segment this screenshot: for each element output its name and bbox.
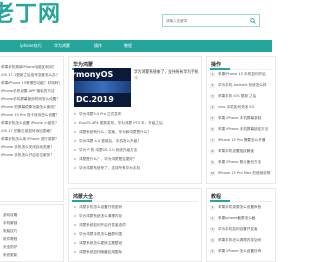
- panel-title: 鸿蒙大全: [73, 194, 94, 200]
- site-logo[interactable]: 老丁网: [0, 4, 61, 26]
- list-item[interactable]: 7 iPhone 15 Pro 需要怎么开通: [210, 138, 265, 143]
- list-item[interactable]: 游戏攻略: [3, 213, 17, 218]
- list-item[interactable]: 鸿蒙系统有什么，答案，华为和鸿蒙是什么？: [74, 130, 151, 135]
- list-item[interactable]: 10 iPhone 15 Pro Max 的使用说明: [210, 171, 270, 176]
- list-item[interactable]: 5 苹果 iPhone 手机屏幕录制: [210, 116, 261, 121]
- left-sidebar: 苹果手机换新iPhone功能如何用？ iOS 17.1更新之后信号变差怎么办？ …: [0, 56, 64, 202]
- nav-item-huawei[interactable]: 华为鸿蒙: [54, 43, 70, 49]
- list-item[interactable]: 华为鸿蒙系统来了，支持所有华为手机: [74, 166, 140, 171]
- list-item[interactable]: 华为鸿蒙3.0 Pro 正式发布: [74, 112, 121, 117]
- nav-item-operation[interactable]: 操作: [94, 43, 102, 49]
- list-item[interactable]: iPhone 手机怎么开启定位服务？: [1, 153, 54, 158]
- list-item[interactable]: 苹果手机换新iPhone功能如何用？: [1, 65, 56, 70]
- list-item[interactable]: iOS 17.1更新之后信号变差怎么办？: [1, 73, 59, 78]
- search-button[interactable]: [247, 15, 259, 26]
- list-item[interactable]: 苹果iPhone 15有哪些功能？好用吗？: [1, 81, 62, 86]
- image-text-1: rmonyOS: [74, 70, 114, 79]
- list-item[interactable]: 华为 P 的 鸿蒙OS 2.0 系统升级方法: [74, 148, 137, 153]
- list-item[interactable]: 鸿蒙系统如何开启开发者选项: [74, 223, 126, 228]
- nav-item-iphone[interactable]: iphone技巧: [20, 43, 42, 49]
- panel-title: 华为鸿蒙: [73, 62, 94, 68]
- list-item[interactable]: 鸿蒙手机怎么设置开机密码: [74, 205, 122, 210]
- image-glow: [74, 81, 131, 93]
- left-sidebar-bottom: 游戏攻略 手机解锁 电脑技巧 软件教程 安全防护 系统更新: [0, 204, 64, 262]
- list-item[interactable]: 鸿蒙系统怎么更换主题壁纸: [74, 241, 122, 246]
- list-item[interactable]: iOS 17 的备忘录如何添加表格？: [1, 129, 54, 134]
- bullet-icon: [74, 113, 76, 115]
- list-item[interactable]: iPhone 15 Pro 双卡双待怎么设置？: [1, 113, 59, 118]
- list-item[interactable]: 8 苹果手机设置指纹解锁: [210, 149, 254, 154]
- divider: [210, 68, 272, 70]
- list-item[interactable]: 4 苹果手机怎么清理内存空间: [210, 238, 261, 243]
- list-item[interactable]: 华为鸿蒙系统怎么清理内存: [74, 214, 122, 219]
- list-item[interactable]: 1 苹果手机录屏怎么设置声音: [210, 205, 261, 210]
- bullet-icon: [74, 122, 76, 124]
- list-item[interactable]: 2 苹果iphone截屏怎么截: [210, 216, 255, 221]
- list-item[interactable]: 3 苹果手机 iOS 更新 之后: [210, 94, 256, 99]
- list-item[interactable]: 电脑技巧: [3, 229, 17, 234]
- list-item[interactable]: 2 华为手机 Android 系统怎么样: [210, 83, 267, 88]
- list-item[interactable]: 苹果手机怎么设置 iPhone 小组件？: [1, 121, 59, 126]
- bullet-icon: [74, 242, 76, 244]
- list-item[interactable]: 安全防护: [3, 245, 17, 250]
- featured-headline[interactable]: 华为鸿蒙系统来了，支持所有华为手机: [134, 69, 199, 74]
- list-item[interactable]: iPhone手机设置 APP 隐私的方法: [1, 89, 55, 94]
- list-item[interactable]: iPhone 的屏幕镜像功能怎么使用？: [1, 105, 57, 110]
- panel-title: 操作: [211, 62, 222, 68]
- list-item[interactable]: 鸿蒙系统如何隐藏应用图标: [74, 250, 122, 255]
- bullet-icon: [74, 215, 76, 217]
- list-item[interactable]: 9 苹果 iPhone 照片备份方法: [210, 160, 261, 165]
- list-item[interactable]: 苹果手机怎么用 iPhone 进行录屏？: [1, 137, 59, 142]
- list-item[interactable]: 软件教程: [3, 237, 17, 242]
- panel-title: 教程: [211, 194, 222, 200]
- nav-item-tutorial[interactable]: 教程: [124, 43, 132, 49]
- bullet-icon: [74, 206, 76, 208]
- main-nav: iphone技巧 华为鸿蒙 操作 教程: [0, 40, 272, 52]
- list-item[interactable]: EcoOS-4P4 更新发布，华为鸿蒙 P70 手，升级之后: [74, 121, 163, 126]
- featured-image[interactable]: rmonyOS DC.2019: [74, 68, 131, 107]
- list-item[interactable]: 手机解锁: [3, 221, 17, 226]
- bullet-icon: [74, 149, 76, 151]
- list-item[interactable]: 4 vivo 手机如何关闭 5G: [210, 105, 254, 110]
- list-item[interactable]: iPhone 手机怎么关闭自动亮度？: [1, 145, 54, 150]
- featured-tag: 鸿: [134, 76, 138, 80]
- search-box[interactable]: [162, 14, 260, 27]
- bullet-icon: [74, 131, 76, 133]
- bullet-icon: [74, 158, 76, 160]
- list-item[interactable]: 华为鸿蒙手机怎么截屏长图: [74, 232, 122, 237]
- bullet-icon: [74, 233, 76, 235]
- divider: [210, 200, 272, 202]
- list-item[interactable]: 鸿蒙是什么？，华为鸿蒙是否更好？: [74, 157, 137, 162]
- search-icon: [250, 17, 256, 24]
- list-item[interactable]: 6 苹果 iPhone 手机屏幕锁定方法: [210, 127, 268, 132]
- bullet-icon: [74, 140, 76, 142]
- list-item[interactable]: 1 苹果iPhone 15 手机如何开启: [210, 72, 266, 77]
- divider: [72, 200, 198, 202]
- search-input[interactable]: [163, 15, 251, 26]
- bullet-icon: [74, 224, 76, 226]
- list-item[interactable]: iPhone手机屏幕使用时间怎么设置？: [1, 97, 60, 102]
- list-item[interactable]: 系统更新: [3, 253, 17, 258]
- bullet-icon: [74, 167, 76, 169]
- bullet-icon: [74, 251, 76, 253]
- list-item[interactable]: 5 苹果 iPhone 怎么设置铃声: [210, 249, 261, 254]
- list-item[interactable]: 华为鸿蒙 4.0 更新后，手机怎么升级？: [74, 139, 141, 144]
- list-item[interactable]: 3 华为手机如何设置开发者: [210, 227, 258, 232]
- image-text-2: DC.2019: [76, 95, 114, 104]
